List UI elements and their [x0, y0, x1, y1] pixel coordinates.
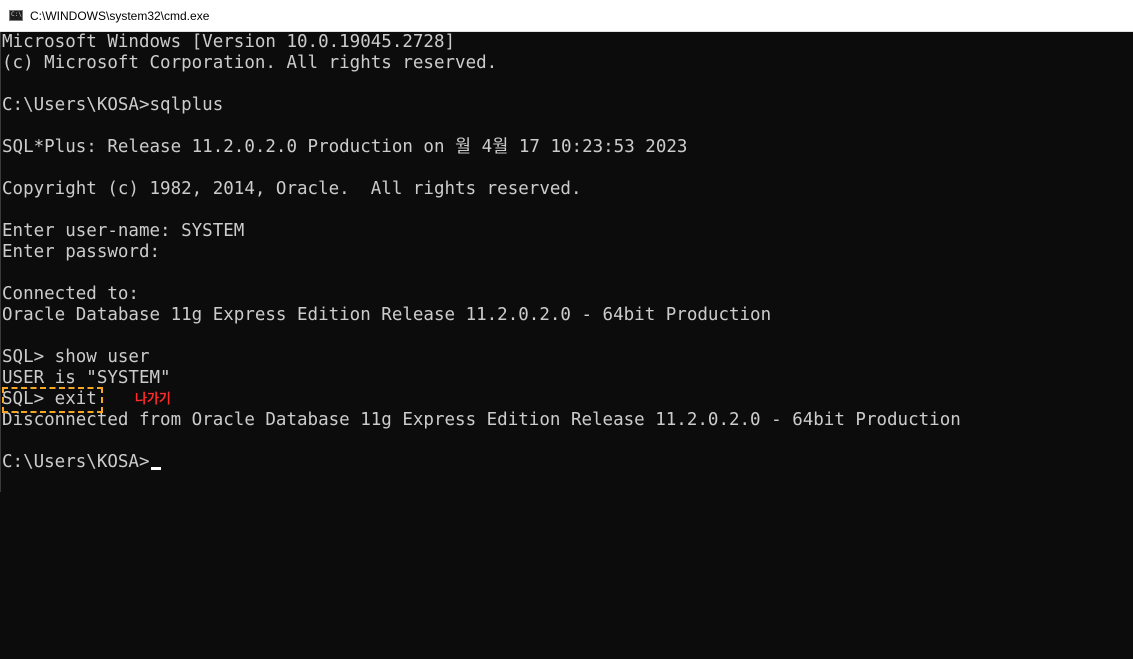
console-line: Microsoft Windows [Version 10.0.19045.27…: [2, 32, 456, 52]
window-left-border: [0, 32, 1, 492]
console-line: USER is "SYSTEM": [2, 368, 171, 388]
console-line: SQL*Plus: Release 11.2.0.2.0 Production …: [2, 137, 688, 157]
prompt-line[interactable]: C:\Users\KOSA>: [2, 452, 161, 473]
prompt-text: C:\Users\KOSA>: [2, 452, 150, 472]
cmd-window: C:\ C:\WINDOWS\system32\cmd.exe Microsof…: [0, 0, 1133, 659]
console-line: SQL> show user: [2, 347, 150, 367]
console-line: Enter password:: [2, 242, 161, 262]
console-line: Disconnected from Oracle Database 11g Ex…: [2, 410, 961, 430]
console-line: Copyright (c) 1982, 2014, Oracle. All ri…: [2, 179, 582, 199]
cmd-icon-glyph: C:\: [11, 11, 22, 18]
cmd-icon[interactable]: C:\: [9, 10, 23, 21]
exit-highlight-box: [2, 387, 103, 413]
title-bar[interactable]: C:\ C:\WINDOWS\system32\cmd.exe: [0, 0, 1133, 32]
text-cursor: [150, 467, 161, 470]
console-output[interactable]: Microsoft Windows [Version 10.0.19045.27…: [2, 32, 1131, 659]
console-line: (c) Microsoft Corporation. All rights re…: [2, 53, 498, 73]
console-line: Oracle Database 11g Express Edition Rele…: [2, 305, 772, 325]
exit-annotation-label: 나가기: [135, 392, 171, 407]
console-line: Connected to:: [2, 284, 139, 304]
window-title: C:\WINDOWS\system32\cmd.exe: [30, 9, 210, 23]
console-line: Enter user-name: SYSTEM: [2, 221, 245, 241]
console-line: C:\Users\KOSA>sqlplus: [2, 95, 224, 115]
